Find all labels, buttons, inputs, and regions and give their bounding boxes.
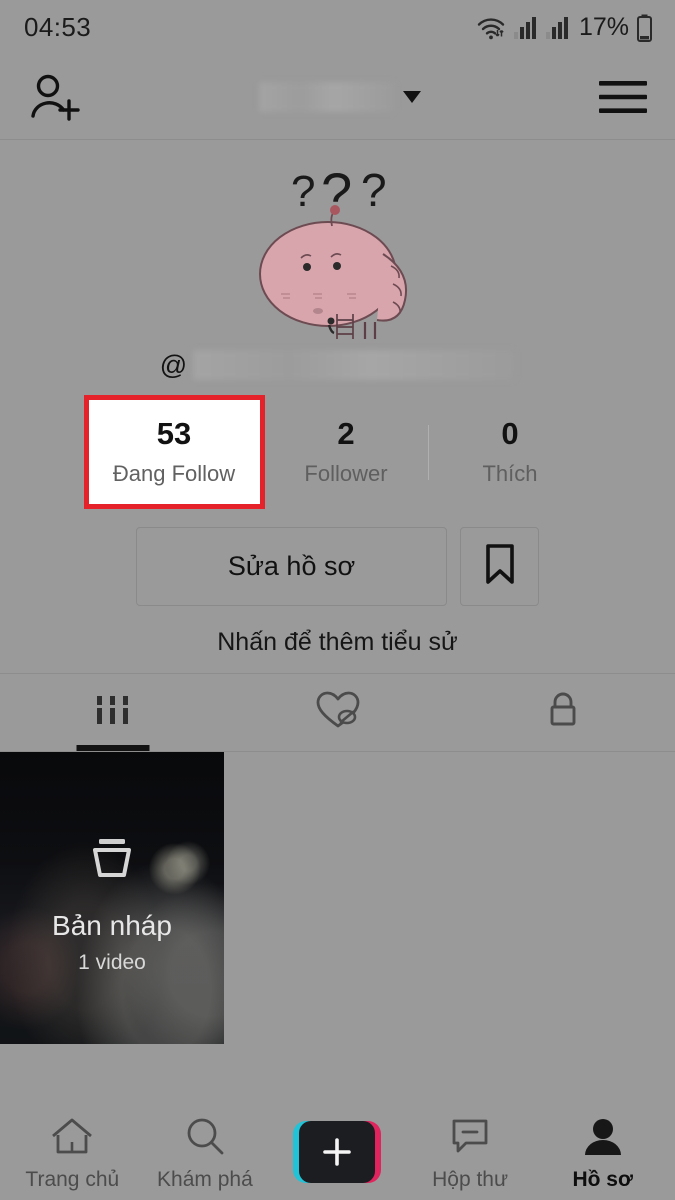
bottom-navigation: Trang chủ Khám phá Hộp thư Hồ sơ — [0, 1108, 675, 1200]
drafts-stack-icon — [83, 833, 141, 890]
nav-item-profile[interactable]: Hồ sơ — [539, 1116, 667, 1192]
wifi-icon — [476, 15, 506, 41]
stat-value: 0 — [501, 416, 519, 452]
nav-label: Trang chủ — [25, 1168, 120, 1191]
status-time: 04:53 — [24, 12, 92, 42]
stat-following[interactable]: 53 Đang Follow — [83, 395, 265, 509]
nav-item-inbox[interactable]: Hộp thư — [406, 1116, 534, 1192]
home-icon — [49, 1116, 95, 1163]
inbox-message-icon — [448, 1116, 492, 1163]
search-icon — [183, 1116, 227, 1163]
nav-item-create[interactable] — [273, 1120, 401, 1188]
nav-label: Hồ sơ — [572, 1168, 633, 1191]
chevron-down-icon — [402, 91, 421, 103]
svg-text:?: ? — [291, 167, 315, 216]
profile-actions: Sửa hồ sơ — [136, 527, 539, 606]
svg-text:?: ? — [361, 164, 387, 216]
battery-icon — [636, 14, 653, 42]
stat-likes[interactable]: 0 Thích — [429, 395, 592, 509]
stat-label: Thích — [482, 460, 538, 486]
stat-value: 2 — [337, 416, 355, 452]
profile-section: ? ? ? @ 53 Đang Follow 2 Follower 0 Thíc… — [0, 140, 675, 674]
active-tab-underline — [76, 745, 149, 751]
battery-percent-label: 17% — [578, 13, 629, 41]
stat-label: Follower — [304, 460, 388, 486]
video-grid: Bản nháp 1 video — [0, 752, 675, 1108]
plus-core — [299, 1120, 376, 1183]
status-indicators: 17% — [476, 13, 653, 42]
tab-private[interactable] — [450, 674, 675, 751]
drafts-card[interactable]: Bản nháp 1 video — [0, 752, 224, 1044]
status-bar: 04:53 17% — [0, 0, 675, 55]
create-plus-icon — [293, 1120, 382, 1183]
hamburger-menu-button[interactable] — [597, 76, 649, 118]
draft-overlay: Bản nháp 1 video — [0, 752, 224, 1044]
bookmark-icon — [483, 543, 517, 590]
lock-icon — [541, 688, 585, 737]
phone-screen: 04:53 17% ? ? ? @ 53 Đang Follow 2 Follo… — [0, 0, 675, 1200]
username-redacted — [193, 350, 516, 380]
app-header — [0, 55, 675, 140]
stat-label: Đang Follow — [112, 460, 236, 486]
signal-bars-icon — [545, 16, 570, 40]
nav-item-discover[interactable]: Khám phá — [141, 1116, 269, 1192]
content-tabs — [0, 674, 675, 752]
stat-followers[interactable]: 2 Follower — [265, 395, 428, 509]
tab-liked[interactable] — [225, 674, 450, 751]
at-symbol: @ — [159, 349, 188, 380]
account-switcher[interactable] — [258, 82, 421, 112]
stats-row: 53 Đang Follow 2 Follower 0 Thích — [0, 395, 675, 509]
tab-posts[interactable] — [0, 674, 225, 751]
draft-title: Bản nháp — [52, 910, 172, 941]
account-name-redacted — [258, 82, 395, 112]
grid-posts-icon — [89, 690, 137, 735]
nav-item-home[interactable]: Trang chủ — [8, 1116, 136, 1192]
add-friend-button[interactable] — [26, 69, 82, 125]
username-row[interactable]: @ — [159, 349, 516, 381]
nav-label: Hộp thư — [432, 1168, 509, 1191]
profile-person-icon — [581, 1116, 625, 1163]
draft-count: 1 video — [78, 951, 146, 974]
bio-hint-label[interactable]: Nhấn để thêm tiểu sử — [217, 628, 457, 657]
signal-bars-icon — [513, 16, 538, 40]
heart-hidden-icon — [314, 688, 362, 737]
bookmark-button[interactable] — [460, 527, 539, 606]
avatar[interactable]: ? ? ? — [233, 154, 443, 339]
nav-label: Khám phá — [157, 1168, 253, 1191]
edit-profile-button[interactable]: Sửa hồ sơ — [136, 527, 447, 606]
stat-value: 53 — [156, 416, 192, 452]
